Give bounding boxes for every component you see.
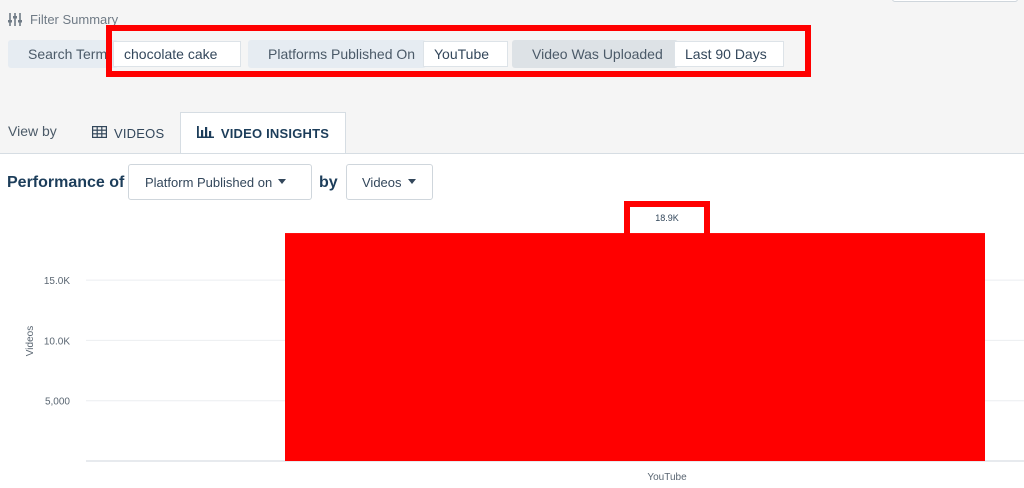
view-by-label: View by xyxy=(8,123,57,139)
caret-down-icon xyxy=(407,178,416,184)
tab-video-insights[interactable]: VIDEO INSIGHTS xyxy=(180,112,346,154)
performance-of-label: Performance of xyxy=(7,174,125,191)
filter-summary-header: Filter Summary xyxy=(8,12,118,27)
filters-highlight-box xyxy=(106,25,811,77)
tab-divider xyxy=(0,153,1024,154)
tab-videos-label: VIDEOS xyxy=(114,125,165,141)
y-axis-label: Videos xyxy=(25,326,36,356)
toolbar-button[interactable] xyxy=(892,0,1018,2)
metric-dropdown[interactable]: Videos xyxy=(346,164,433,200)
caret-down-icon xyxy=(278,178,287,184)
dimension-dropdown[interactable]: Platform Published on xyxy=(128,164,312,200)
x-tick-label: YouTube xyxy=(647,472,687,483)
y-tick-label: 5,000 xyxy=(45,397,70,408)
value-highlight-box xyxy=(624,201,710,241)
table-icon xyxy=(92,125,108,141)
bar-youtube xyxy=(285,233,985,461)
y-tick-label: 15.0K xyxy=(44,276,70,287)
tab-videos[interactable]: VIDEOS xyxy=(92,112,164,154)
filter-summary-title: Filter Summary xyxy=(30,12,119,27)
by-label: by xyxy=(319,174,338,191)
tab-video-insights-label: VIDEO INSIGHTS xyxy=(220,125,330,141)
dimension-dropdown-value: Platform Published on xyxy=(145,174,273,190)
sliders-icon xyxy=(8,13,22,26)
y-tick-label: 10.0K xyxy=(44,336,70,347)
videos-bar-chart: 5,00010.0K15.0KVideos18.9KYouTube xyxy=(25,213,1024,483)
metric-dropdown-value: Videos xyxy=(362,174,402,190)
filter-label-search-term: Search Term xyxy=(8,40,118,68)
bar-chart-icon xyxy=(196,125,214,141)
